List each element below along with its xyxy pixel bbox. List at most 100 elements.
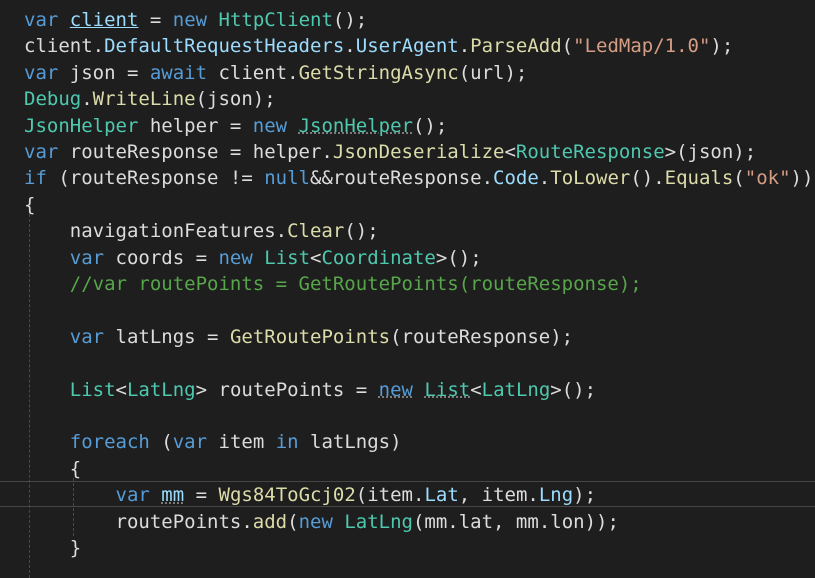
code-line[interactable]: var mm = Wgs84ToGcj02(item.Lat, item.Lng… bbox=[24, 482, 597, 508]
code-token: { bbox=[24, 193, 36, 216]
code-token: (); bbox=[344, 220, 379, 243]
code-token: >(); bbox=[550, 378, 597, 401]
code-line[interactable]: //var routePoints = GetRoutePoints(route… bbox=[24, 271, 642, 297]
code-token: } bbox=[24, 537, 82, 559]
code-token: "LedMap/1.0" bbox=[573, 35, 711, 58]
code-token: foreach bbox=[69, 431, 150, 454]
code-token: (); bbox=[412, 114, 448, 137]
code-line[interactable]: Debug.WriteLine(json); bbox=[24, 86, 276, 112]
code-line[interactable]: { bbox=[24, 456, 81, 482]
code-line[interactable]: var coords = new List<Coordinate>(); bbox=[24, 245, 482, 271]
code-line[interactable]: var routeResponse = helper.JsonDeseriali… bbox=[24, 139, 756, 165]
code-token: JsonHelper bbox=[24, 114, 139, 137]
code-token: item bbox=[207, 431, 276, 454]
code-token: Code bbox=[493, 167, 539, 190]
code-line[interactable]: { bbox=[24, 192, 35, 218]
code-token: (url); bbox=[458, 61, 528, 84]
code-token: > routePoints = bbox=[195, 378, 379, 401]
code-token: LatLng bbox=[481, 378, 551, 401]
code-token: new bbox=[298, 510, 333, 533]
code-token: ( bbox=[287, 510, 299, 533]
code-token: if bbox=[24, 167, 47, 190]
code-token: Debug bbox=[24, 88, 82, 111]
code-token: var bbox=[115, 484, 150, 507]
code-token: new bbox=[172, 9, 208, 31]
code-token: Wgs84ToGcj02 bbox=[218, 484, 356, 507]
code-token: < bbox=[310, 246, 322, 269]
code-token: new bbox=[378, 378, 413, 401]
code-token: new bbox=[252, 114, 288, 137]
code-token: (). bbox=[630, 167, 665, 190]
code-token: (mm.lat, mm.lon)); bbox=[412, 510, 619, 533]
code-token: mm bbox=[161, 484, 185, 507]
code-token: client. bbox=[207, 61, 299, 84]
code-token: Coordinate bbox=[321, 246, 436, 269]
code-token: (routeResponse != bbox=[46, 167, 265, 190]
code-token: JsonDeserialize bbox=[332, 141, 505, 163]
code-token: < bbox=[504, 141, 516, 163]
code-token: (); bbox=[332, 9, 368, 31]
code-token: Clear bbox=[287, 220, 345, 243]
code-token: ToLower bbox=[550, 167, 631, 190]
code-token: RouteResponse bbox=[515, 141, 665, 163]
code-token: DefaultRequestHeaders bbox=[104, 35, 345, 58]
code-token: "ok" bbox=[744, 167, 791, 190]
code-token: (json); bbox=[195, 88, 276, 111]
code-token: (item. bbox=[355, 484, 425, 507]
code-token: GetRoutePoints bbox=[229, 325, 391, 348]
code-line[interactable]: var latLngs = GetRoutePoints(routeRespon… bbox=[24, 324, 573, 350]
code-token: HttpClient bbox=[218, 9, 333, 31]
code-token: . bbox=[81, 88, 93, 111]
code-token: WriteLine bbox=[92, 88, 196, 111]
code-token: < bbox=[470, 378, 482, 401]
code-line[interactable]: navigationFeatures.Clear(); bbox=[24, 218, 379, 244]
code-token: Lng bbox=[538, 484, 574, 507]
code-token: JsonHelper bbox=[298, 114, 413, 137]
code-token: >(); bbox=[435, 246, 482, 269]
code-token: null bbox=[264, 167, 310, 190]
code-line[interactable]: } bbox=[24, 535, 81, 561]
code-token: ( bbox=[561, 35, 574, 58]
code-token: await bbox=[149, 61, 208, 84]
code-line[interactable]: client.DefaultRequestHeaders.UserAgent.P… bbox=[24, 33, 733, 59]
code-token: var bbox=[24, 141, 59, 163]
code-token: &&routeResponse. bbox=[310, 167, 494, 190]
code-token: new bbox=[218, 246, 253, 269]
code-line[interactable]: if (routeResponse != null&&routeResponse… bbox=[24, 165, 813, 191]
code-token: ); bbox=[573, 484, 597, 507]
code-token: var bbox=[24, 9, 59, 31]
code-token: navigationFeatures. bbox=[24, 220, 288, 243]
code-line[interactable]: routePoints.add(new LatLng(mm.lat, mm.lo… bbox=[24, 509, 619, 535]
code-token: var bbox=[69, 325, 105, 348]
code-token: in bbox=[275, 431, 299, 454]
code-token: . bbox=[458, 35, 471, 58]
code-line[interactable]: var json = await client.GetStringAsync(u… bbox=[24, 60, 527, 86]
code-line[interactable]: JsonHelper helper = new JsonHelper(); bbox=[24, 113, 447, 139]
code-token: = bbox=[184, 484, 219, 507]
code-token: >(json); bbox=[664, 141, 757, 163]
code-token: ParseAdd bbox=[470, 35, 562, 58]
code-token: LatLng bbox=[344, 510, 413, 533]
code-token: //var routePoints = GetRoutePoints(route… bbox=[69, 273, 642, 295]
code-line[interactable]: var client = new HttpClient(); bbox=[24, 7, 367, 33]
code-token: (routeResponse); bbox=[390, 325, 574, 348]
code-token: List bbox=[264, 246, 311, 269]
code-line[interactable]: foreach (var item in latLngs) bbox=[24, 429, 402, 455]
code-token: coords = bbox=[104, 246, 219, 269]
code-token: routeResponse = helper. bbox=[58, 141, 333, 163]
code-token: var bbox=[24, 61, 59, 84]
code-token: { bbox=[24, 457, 82, 480]
code-token: LatLng bbox=[126, 378, 196, 401]
code-editor[interactable]: var client = new HttpClient(); client. Def… bbox=[0, 0, 815, 578]
code-line[interactable]: List<LatLng> routePoints = new List<LatL… bbox=[24, 377, 596, 403]
